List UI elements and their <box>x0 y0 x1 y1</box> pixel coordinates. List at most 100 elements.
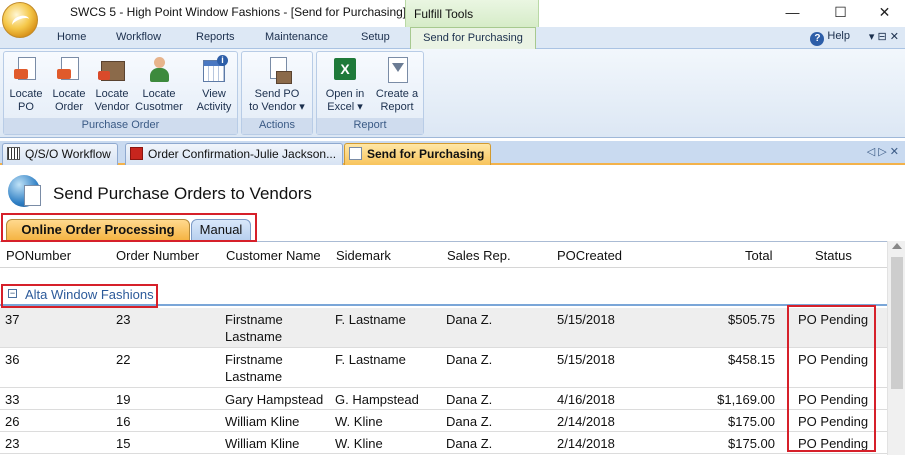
maximize-button[interactable]: ☐ <box>818 0 863 27</box>
column-header-order-number[interactable]: Order Number <box>116 248 199 263</box>
create-report-button[interactable]: Create a Report <box>373 55 421 119</box>
cell-order-number: 16 <box>116 414 131 429</box>
cell-customer-name: Gary Hampstead <box>225 392 324 407</box>
column-header-ponumber[interactable]: PONumber <box>6 248 71 263</box>
create-report-label: Create a Report <box>375 88 419 113</box>
activity-calendar-icon <box>199 55 229 85</box>
tab-home[interactable]: Home <box>57 31 86 43</box>
send-po-label: Send PO to Vendor ▾ <box>249 88 305 113</box>
doc-tab-qso-workflow[interactable]: Q/S/O Workflow <box>2 143 118 165</box>
table-row[interactable]: 36 22 Firstname Lastname F. Lastname Dan… <box>0 348 887 388</box>
locate-po-button[interactable]: Locate PO <box>6 55 46 119</box>
cell-pocreated: 4/16/2018 <box>557 392 615 407</box>
group-label-purchase-order: Purchase Order <box>4 118 237 134</box>
minimize-button[interactable]: — <box>770 0 815 27</box>
tab-send-for-purchasing[interactable]: Send for Purchasing <box>410 27 536 50</box>
tab-reports[interactable]: Reports <box>196 31 235 43</box>
ribbon-group-report: Open in Excel ▾ Create a Report Report <box>316 51 424 135</box>
tab-workflow[interactable]: Workflow <box>116 31 161 43</box>
send-po-to-vendor-button[interactable]: Send PO to Vendor ▾ <box>245 55 309 119</box>
page-title: Send Purchase Orders to Vendors <box>53 184 312 203</box>
po-document-icon <box>11 55 41 85</box>
document-tab-strip: Q/S/O Workflow Order Confirmation-Julie … <box>0 141 905 165</box>
column-header-pocreated[interactable]: POCreated <box>557 248 622 263</box>
locate-customer-button[interactable]: Locate Cusotmer <box>133 55 185 119</box>
cell-sales-rep: Dana Z. <box>446 312 493 327</box>
cell-customer-name: William Kline <box>225 414 300 429</box>
cell-pocreated: 2/14/2018 <box>557 414 615 429</box>
cell-customer-name: Firstname Lastname <box>225 352 283 384</box>
cell-total: $458.15 <box>728 352 775 367</box>
ribbon-group-actions: Send PO to Vendor ▾ Actions <box>241 51 313 135</box>
highlight-box-subtabs <box>1 213 257 242</box>
cell-order-number: 23 <box>116 312 131 327</box>
table-row[interactable]: 33 19 Gary Hampstead G. Hampstead Dana Z… <box>0 388 887 410</box>
grid-header: PONumber Order Number Customer Name Side… <box>0 242 887 268</box>
tab-maintenance[interactable]: Maintenance <box>265 31 328 43</box>
document-icon <box>349 147 362 160</box>
open-in-excel-button[interactable]: Open in Excel ▾ <box>320 55 370 119</box>
cell-ponumber: 33 <box>5 392 20 407</box>
orders-grid: PONumber Order Number Customer Name Side… <box>0 242 887 455</box>
locate-vendor-button[interactable]: Locate Vendor <box>92 55 132 119</box>
ribbon-group-purchase-order: Locate PO Locate Order Locate Vendor Loc… <box>3 51 238 135</box>
cell-ponumber: 26 <box>5 414 20 429</box>
vertical-scrollbar[interactable] <box>887 241 905 455</box>
window-title: SWCS 5 - High Point Window Fashions - [S… <box>70 5 407 19</box>
column-header-sidemark[interactable]: Sidemark <box>336 248 391 263</box>
customer-icon <box>144 55 174 85</box>
app-logo-icon[interactable] <box>2 2 38 38</box>
cell-sidemark: W. Kline <box>335 436 383 451</box>
table-row[interactable]: 37 23 Firstname Lastname F. Lastname Dan… <box>0 308 887 348</box>
view-activity-button[interactable]: View Activity <box>193 55 235 119</box>
column-header-total[interactable]: Total <box>745 248 772 263</box>
column-header-sales-rep[interactable]: Sales Rep. <box>447 248 511 263</box>
cell-pocreated: 5/15/2018 <box>557 352 615 367</box>
help-icon: ? <box>810 32 825 46</box>
cell-total: $1,169.00 <box>717 392 775 407</box>
excel-icon <box>330 55 360 85</box>
view-activity-label: View Activity <box>196 88 232 113</box>
title-bar: SWCS 5 - High Point Window Fashions - [S… <box>0 0 905 27</box>
tab-setup[interactable]: Setup <box>361 31 390 43</box>
cell-sales-rep: Dana Z. <box>446 352 493 367</box>
close-button[interactable]: ✕ <box>862 0 905 27</box>
cell-ponumber: 36 <box>5 352 20 367</box>
context-tab-fulfill-tools: Fulfill Tools <box>405 0 539 27</box>
doc-tab-label: Order Confirmation-Julie Jackson... <box>148 147 337 161</box>
group-label-actions: Actions <box>242 118 312 134</box>
table-row[interactable]: 26 16 William Kline W. Kline Dana Z. 2/1… <box>0 410 887 432</box>
doc-tab-order-confirmation[interactable]: Order Confirmation-Julie Jackson... <box>125 143 344 165</box>
doc-tab-controls[interactable]: ◁ ▷ ✕ <box>867 145 899 158</box>
column-header-customer-name[interactable]: Customer Name <box>226 248 321 263</box>
column-header-status[interactable]: Status <box>815 248 852 263</box>
cell-ponumber: 23 <box>5 436 20 451</box>
scroll-up-arrow-icon[interactable] <box>892 243 902 249</box>
cell-total: $505.75 <box>728 312 775 327</box>
highlight-box-group <box>1 284 158 308</box>
order-document-icon <box>54 55 84 85</box>
doc-tab-label: Q/S/O Workflow <box>25 147 111 161</box>
cell-ponumber: 37 <box>5 312 20 327</box>
locate-order-label: Locate Order <box>52 88 86 113</box>
cell-total: $175.00 <box>728 436 775 451</box>
report-icon <box>382 55 412 85</box>
vendor-icon <box>97 55 127 85</box>
scrollbar-thumb[interactable] <box>891 257 903 389</box>
table-row[interactable]: 23 15 William Kline W. Kline Dana Z. 2/1… <box>0 432 887 454</box>
doc-tab-send-for-purchasing[interactable]: Send for Purchasing <box>344 143 492 165</box>
mdi-window-controls[interactable]: ▾ ⊟ ✕ <box>869 30 899 43</box>
group-label-report: Report <box>317 118 423 134</box>
content-area: Send Purchase Orders to Vendors Online O… <box>0 167 905 455</box>
cell-sales-rep: Dana Z. <box>446 392 493 407</box>
cell-customer-name: Firstname Lastname <box>225 312 283 344</box>
locate-customer-label: Locate Cusotmer <box>135 88 183 113</box>
locate-po-label: Locate PO <box>9 88 43 113</box>
help-label: Help <box>827 30 850 42</box>
cell-sidemark: F. Lastname <box>335 352 406 367</box>
cell-sales-rep: Dana Z. <box>446 414 493 429</box>
locate-order-button[interactable]: Locate Order <box>48 55 90 119</box>
send-po-icon <box>262 55 292 85</box>
cell-total: $175.00 <box>728 414 775 429</box>
help-button[interactable]: ? Help <box>810 30 850 46</box>
